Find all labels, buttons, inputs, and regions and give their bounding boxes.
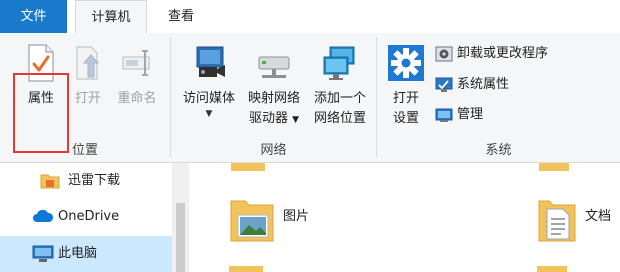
uninstall-icon: [435, 46, 453, 61]
nav-item-label: OneDrive: [58, 209, 120, 224]
open-settings-button[interactable]: 打开 设置: [383, 43, 429, 129]
uninstall-label: 卸载或更改程序: [457, 46, 549, 61]
group-label-system: 系统: [485, 143, 512, 158]
computer-icon: [32, 245, 54, 262]
settings-gear-icon: [388, 45, 424, 81]
system-properties-icon: [435, 77, 453, 92]
highlight-box: [13, 73, 69, 153]
map-drive-label-2: 驱动器 ▼: [248, 111, 300, 126]
access-media-label: 访问媒体: [182, 91, 235, 106]
pictures-folder-icon: [230, 200, 274, 242]
tab-file[interactable]: 文件: [0, 0, 67, 33]
network-drive-icon: [258, 56, 290, 78]
media-icon: [196, 46, 225, 77]
open-label: 打开: [74, 91, 101, 106]
system-properties-label: 系统属性: [457, 77, 510, 92]
open-icon: [76, 46, 100, 80]
map-network-drive-button[interactable]: 映射网络 驱动器 ▼: [243, 43, 305, 130]
ribbon-tab-bar: 文件 计算机 查看: [0, 0, 620, 34]
folder-partial: [231, 163, 265, 171]
access-media-button[interactable]: 访问媒体 ▼: [177, 43, 241, 119]
cloud-icon: [33, 209, 54, 222]
nav-item-this-pc[interactable]: 此电脑: [0, 236, 172, 272]
manage-label: 管理: [457, 107, 484, 122]
documents-folder-icon: [538, 200, 576, 242]
folder-icon: [40, 174, 60, 189]
nav-item-xunlei-downloads[interactable]: 迅雷下载: [0, 163, 172, 199]
group-system: 打开 设置 卸载或更改程序 系统属性 管理 系统: [377, 33, 620, 162]
system-properties-button[interactable]: 系统属性: [435, 74, 509, 96]
file-item-label: 图片: [283, 209, 310, 224]
open-settings-label-2: 设置: [392, 111, 419, 126]
manage-icon: [435, 108, 453, 122]
nav-scrollbar-thumb[interactable]: [176, 203, 185, 272]
ribbon: 属性 打开 重命名 位置 访问媒体 ▼ 映射网络 驱动器 ▼ 添加一个 网络位置…: [0, 33, 620, 163]
nav-item-label: 此电脑: [58, 246, 98, 261]
add-location-label-1: 添加一个: [313, 91, 366, 106]
manage-button[interactable]: 管理: [435, 104, 483, 126]
nav-item-onedrive[interactable]: OneDrive: [0, 199, 172, 235]
open-settings-label-1: 打开: [392, 91, 419, 106]
nav-item-label: 迅雷下载: [68, 173, 121, 188]
folder-partial: [537, 266, 567, 272]
tab-computer[interactable]: 计算机: [75, 0, 147, 34]
rename-button[interactable]: 重命名: [112, 43, 162, 109]
navigation-pane: 迅雷下载 OneDrive 此电脑: [0, 163, 172, 272]
map-drive-label-1: 映射网络: [247, 91, 300, 106]
group-network: 访问媒体 ▼ 映射网络 驱动器 ▼ 添加一个 网络位置 网络: [171, 33, 376, 162]
open-button[interactable]: 打开: [70, 43, 106, 109]
content-area: 图片 文档: [189, 163, 620, 272]
tab-view[interactable]: 查看: [150, 0, 212, 33]
uninstall-program-button[interactable]: 卸载或更改程序: [435, 43, 548, 65]
folder-partial: [229, 266, 263, 272]
chevron-down-icon: ▼: [292, 115, 300, 125]
add-network-location-button[interactable]: 添加一个 网络位置: [308, 43, 372, 129]
group-label-network: 网络: [260, 143, 287, 158]
network-location-icon: [323, 46, 355, 80]
rename-icon: [122, 50, 150, 76]
file-item-label: 文档: [585, 209, 612, 224]
add-location-label-2: 网络位置: [313, 111, 366, 126]
nav-scrollbar[interactable]: [172, 163, 189, 272]
rename-label: 重命名: [117, 91, 157, 106]
chevron-down-icon: ▼: [205, 109, 213, 119]
folder-partial: [539, 163, 569, 171]
